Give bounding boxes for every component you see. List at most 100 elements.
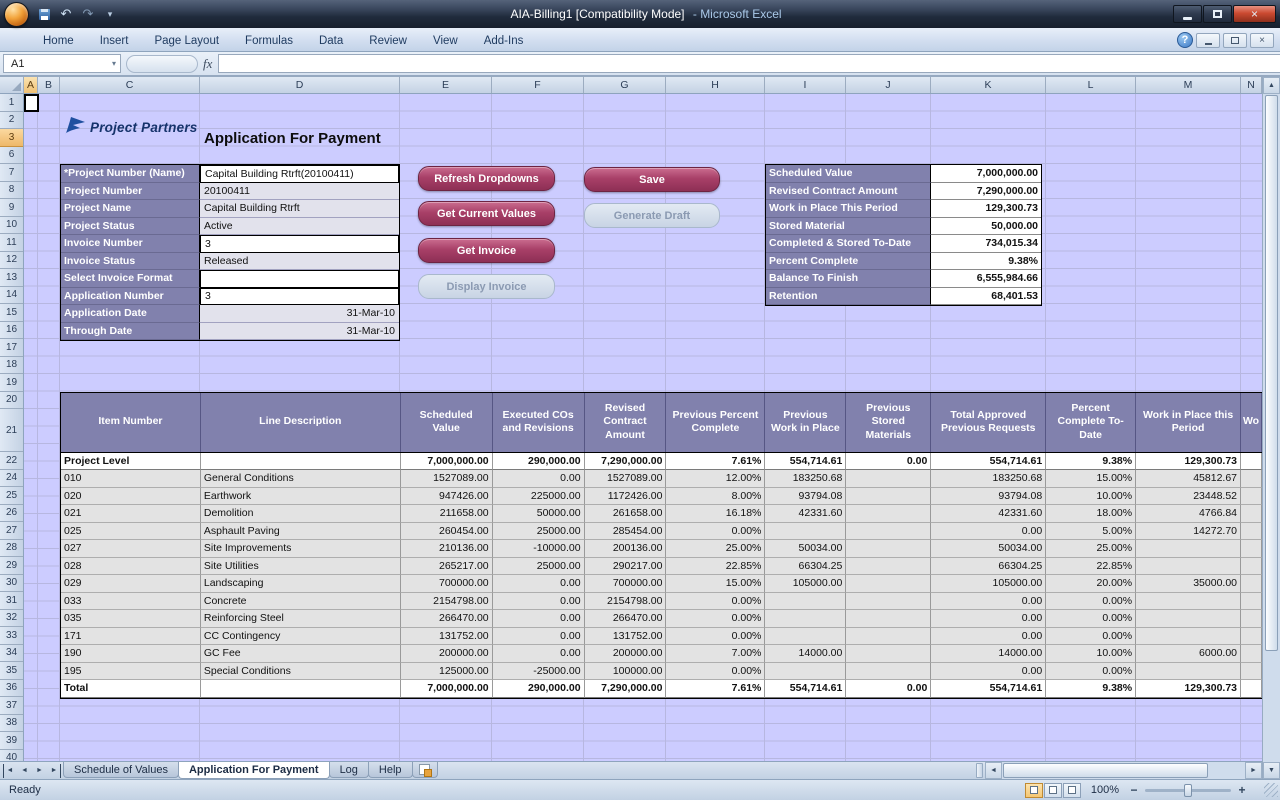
table-cell[interactable]: 0.00%: [1046, 610, 1136, 628]
table-cell[interactable]: [1241, 558, 1262, 576]
table-cell[interactable]: Project Level: [61, 453, 201, 471]
get-invoice-button[interactable]: Get Invoice: [418, 238, 555, 263]
table-cell[interactable]: [1241, 470, 1262, 488]
table-cell[interactable]: 2154798.00: [401, 593, 493, 611]
table-cell[interactable]: [1241, 663, 1262, 681]
table-cell[interactable]: 1527089.00: [401, 470, 493, 488]
table-cell[interactable]: 200000.00: [401, 645, 493, 663]
row-header-13[interactable]: 13: [0, 269, 23, 287]
undo-icon[interactable]: ↶: [56, 5, 76, 23]
table-cell[interactable]: CC Contingency: [201, 628, 401, 646]
table-cell[interactable]: [765, 593, 846, 611]
table-cell[interactable]: [1136, 663, 1241, 681]
redo-icon[interactable]: ↷: [78, 5, 98, 23]
table-cell[interactable]: 190: [61, 645, 201, 663]
table-cell[interactable]: 183250.68: [765, 470, 846, 488]
table-cell[interactable]: 1172426.00: [585, 488, 667, 506]
ribbon-tab-review[interactable]: Review: [356, 31, 420, 51]
table-cell[interactable]: 10.00%: [1046, 645, 1136, 663]
table-cell[interactable]: 7,290,000.00: [585, 680, 667, 698]
form-field-invoice-status[interactable]: Released: [200, 253, 399, 271]
row-header-25[interactable]: 25: [0, 487, 23, 505]
name-box[interactable]: A1 ▾: [3, 54, 121, 73]
table-cell[interactable]: [1136, 558, 1241, 576]
tab-split-handle[interactable]: [976, 763, 983, 778]
table-cell[interactable]: 7,000,000.00: [401, 453, 493, 471]
table-cell[interactable]: -25000.00: [493, 663, 585, 681]
table-cell[interactable]: 100000.00: [585, 663, 667, 681]
page-layout-view-icon[interactable]: [1044, 783, 1062, 798]
table-cell[interactable]: 035: [61, 610, 201, 628]
refresh-dropdowns-button[interactable]: Refresh Dropdowns: [418, 166, 555, 191]
table-cell[interactable]: [846, 610, 931, 628]
table-cell[interactable]: 0.00%: [1046, 663, 1136, 681]
table-cell[interactable]: [846, 505, 931, 523]
table-cell[interactable]: 131752.00: [585, 628, 667, 646]
table-cell[interactable]: 0.00: [931, 610, 1046, 628]
horizontal-scroll-track[interactable]: [1002, 762, 1245, 779]
row-header-19[interactable]: 19: [0, 374, 23, 392]
table-cell[interactable]: Total: [61, 680, 201, 698]
column-header-b[interactable]: B: [38, 77, 60, 93]
table-cell[interactable]: 010: [61, 470, 201, 488]
row-header-17[interactable]: 17: [0, 339, 23, 357]
form-field-select-invoice-format[interactable]: [200, 270, 399, 288]
table-cell[interactable]: 027: [61, 540, 201, 558]
table-cell[interactable]: 14000.00: [765, 645, 846, 663]
column-header-h[interactable]: H: [666, 77, 765, 93]
table-cell[interactable]: [846, 628, 931, 646]
ribbon-tab-page-layout[interactable]: Page Layout: [141, 31, 232, 51]
ribbon-tab-home[interactable]: Home: [30, 31, 87, 51]
row-header-30[interactable]: 30: [0, 575, 23, 593]
table-cell[interactable]: 6000.00: [1136, 645, 1241, 663]
workbook-minimize-button[interactable]: [1196, 33, 1220, 48]
table-cell[interactable]: 7,000,000.00: [401, 680, 493, 698]
table-cell[interactable]: 266470.00: [585, 610, 667, 628]
row-header-27[interactable]: 27: [0, 522, 23, 540]
table-cell[interactable]: 14000.00: [931, 645, 1046, 663]
table-cell[interactable]: 0.00: [931, 628, 1046, 646]
zoom-level[interactable]: 100%: [1091, 784, 1119, 796]
table-cell[interactable]: General Conditions: [201, 470, 401, 488]
row-header-8[interactable]: 8: [0, 182, 23, 200]
table-cell[interactable]: 0.00%: [666, 593, 765, 611]
row-header-15[interactable]: 15: [0, 304, 23, 322]
row-header-38[interactable]: 38: [0, 715, 23, 733]
table-cell[interactable]: 18.00%: [1046, 505, 1136, 523]
row-header-22[interactable]: 22: [0, 452, 23, 470]
form-field-project-number[interactable]: 20100411: [200, 183, 399, 201]
sheet-canvas[interactable]: Project Partners Application For Payment…: [0, 94, 1262, 761]
table-cell[interactable]: [765, 523, 846, 541]
sheet-tab-log[interactable]: Log: [329, 762, 369, 778]
row-header-6[interactable]: 6: [0, 147, 23, 165]
table-cell[interactable]: [765, 610, 846, 628]
table-cell[interactable]: 0.00: [493, 610, 585, 628]
get-current-values-button[interactable]: Get Current Values: [418, 201, 555, 226]
row-header-39[interactable]: 39: [0, 732, 23, 750]
row-header-26[interactable]: 26: [0, 505, 23, 523]
table-cell[interactable]: 15.00%: [1046, 470, 1136, 488]
help-icon[interactable]: ?: [1177, 32, 1193, 48]
table-cell[interactable]: 66304.25: [931, 558, 1046, 576]
save-button[interactable]: Save: [584, 167, 720, 192]
column-header-m[interactable]: M: [1136, 77, 1241, 93]
row-header-18[interactable]: 18: [0, 357, 23, 375]
table-cell[interactable]: [1241, 680, 1262, 698]
office-button[interactable]: [4, 2, 29, 27]
table-cell[interactable]: 45812.67: [1136, 470, 1241, 488]
table-cell[interactable]: 290,000.00: [493, 680, 585, 698]
ribbon-tab-view[interactable]: View: [420, 31, 471, 51]
table-cell[interactable]: 0.00%: [1046, 593, 1136, 611]
table-cell[interactable]: 9.38%: [1046, 680, 1136, 698]
column-header-n[interactable]: N: [1241, 77, 1262, 93]
table-cell[interactable]: 290217.00: [585, 558, 667, 576]
table-cell[interactable]: 0.00%: [666, 610, 765, 628]
table-cell[interactable]: 0.00: [931, 663, 1046, 681]
table-cell[interactable]: Site Improvements: [201, 540, 401, 558]
row-header-32[interactable]: 32: [0, 610, 23, 628]
horizontal-scroll-thumb[interactable]: [1003, 763, 1208, 778]
table-cell[interactable]: 7,290,000.00: [585, 453, 667, 471]
form-field-application-number[interactable]: 3: [200, 288, 399, 306]
table-cell[interactable]: [1241, 488, 1262, 506]
next-sheet-icon[interactable]: ►: [33, 764, 46, 778]
